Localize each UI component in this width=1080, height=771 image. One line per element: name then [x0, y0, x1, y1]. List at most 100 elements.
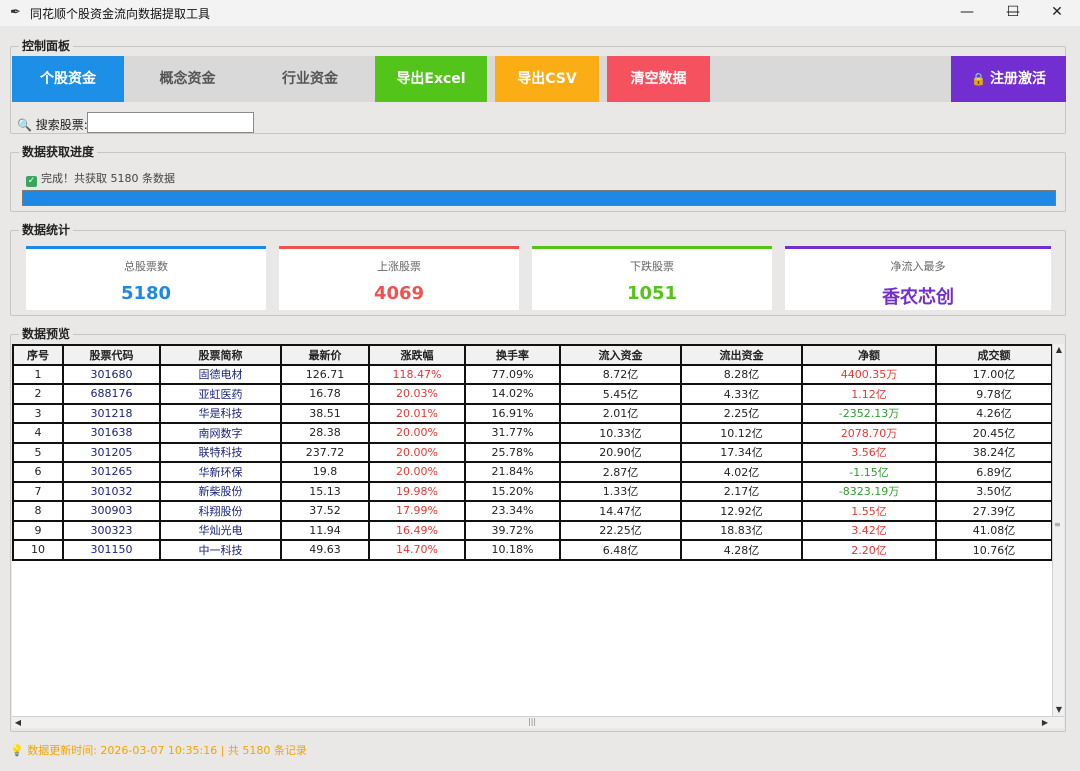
cell-name: 科翔股份: [159, 500, 282, 522]
stat-label: 下跌股票: [630, 260, 674, 273]
cell-net: -2352.13万: [801, 402, 937, 424]
cell-outflow: 2.17亿: [680, 480, 803, 502]
column-header[interactable]: 最新价: [280, 344, 370, 366]
export-csv-button[interactable]: 导出CSV: [495, 56, 599, 102]
cell-net: -1.15亿: [801, 461, 937, 483]
scroll-down-icon[interactable]: ▼: [1053, 704, 1065, 716]
cell-inflow: 10.33亿: [559, 422, 682, 444]
cell-name: 新柴股份: [159, 480, 282, 502]
industry-fund-button[interactable]: 行业资金: [250, 56, 370, 102]
cell-code: 300903: [62, 500, 161, 522]
table-row[interactable]: 6 301265 华新环保 19.8 20.00% 21.84% 2.87亿 4.02亿 -1.…: [12, 461, 1052, 483]
cell-net: 2078.70万: [801, 422, 937, 444]
cell-code: 301680: [62, 363, 161, 385]
stat-card-falling: 下跌股票 1051: [532, 246, 772, 310]
cell-inflow: 20.90亿: [559, 441, 682, 463]
search-input[interactable]: [87, 112, 254, 133]
stat-value: 5180: [120, 283, 172, 304]
horizontal-scrollbar[interactable]: ◀ ||| ▶: [12, 716, 1064, 728]
column-header[interactable]: 股票代码: [62, 344, 161, 366]
scroll-left-icon[interactable]: ◀: [12, 717, 24, 729]
table-row[interactable]: 1 301680 固德电材 126.71 118.47% 77.09% 8.72亿 8.28亿…: [12, 363, 1052, 385]
concept-fund-button[interactable]: 概念资金: [129, 56, 246, 102]
cell-change: 14.70%: [368, 539, 466, 561]
column-header[interactable]: 涨跌幅: [368, 344, 466, 366]
cell-net: 1.12亿: [801, 383, 937, 405]
cell-net: 4400.35万: [801, 363, 937, 385]
cell-amount: 17.00亿: [935, 363, 1052, 385]
cell-code: 300323: [62, 519, 161, 541]
cell-amount: 10.76亿: [935, 539, 1052, 561]
stat-card-top-inflow: 净流入最多 香农芯创: [785, 246, 1051, 310]
column-header[interactable]: 序号: [12, 344, 64, 366]
checkmark-icon: ✓: [26, 176, 37, 187]
feather-icon: ✒: [10, 5, 21, 20]
table-row[interactable]: 8 300903 科翔股份 37.52 17.99% 23.34% 14.47亿 12.92亿…: [12, 500, 1052, 522]
cell-price: 237.72: [280, 441, 370, 463]
column-header[interactable]: 成交额: [935, 344, 1052, 366]
vertical-scrollbar[interactable]: ▲ ≡ ▼: [1052, 344, 1064, 716]
cell-price: 15.13: [280, 480, 370, 502]
status-bar: 💡 数据更新时间: 2026-03-07 10:35:16 | 共 5180 条…: [10, 742, 307, 758]
cell-name: 华新环保: [159, 461, 282, 483]
cell-outflow: 4.02亿: [680, 461, 803, 483]
data-table: 序号 股票代码 股票简称 最新价 涨跌幅 换手率 流入资金 流出资金 净额 成交额 1 301680…: [12, 344, 1052, 561]
lock-icon: 🔒: [971, 72, 986, 86]
table-header-row: 序号 股票代码 股票简称 最新价 涨跌幅 换手率 流入资金 流出资金 净额 成交额: [12, 344, 1052, 366]
table-row[interactable]: 2 688176 亚虹医药 16.78 20.03% 14.02% 5.45亿 4.33亿 1.…: [12, 383, 1052, 405]
stats-panel-title: 数据统计: [19, 223, 74, 237]
cell-turnover: 21.84%: [464, 461, 561, 483]
cell-outflow: 4.28亿: [680, 539, 803, 561]
column-header[interactable]: 股票简称: [159, 344, 282, 366]
table-row[interactable]: 5 301205 联特科技 237.72 20.00% 25.78% 20.90亿 17.34…: [12, 441, 1052, 463]
cell-turnover: 77.09%: [464, 363, 561, 385]
data-table-area: 序号 股票代码 股票简称 最新价 涨跌幅 换手率 流入资金 流出资金 净额 成交额 1 301680…: [12, 344, 1052, 716]
cell-outflow: 17.34亿: [680, 441, 803, 463]
cell-turnover: 10.18%: [464, 539, 561, 561]
status-text: 数据更新时间: 2026-03-07 10:35:16 | 共 5180 条记录: [27, 744, 307, 757]
cell-change: 20.00%: [368, 422, 466, 444]
cell-idx: 5: [12, 441, 64, 463]
stock-fund-button[interactable]: 个股资金: [12, 56, 124, 102]
cell-amount: 41.08亿: [935, 519, 1052, 541]
cell-name: 华灿光电: [159, 519, 282, 541]
search-label: 搜索股票:: [35, 118, 88, 132]
cell-change: 19.98%: [368, 480, 466, 502]
table-row[interactable]: 9 300323 华灿光电 11.94 16.49% 39.72% 22.25亿 18.83亿…: [12, 519, 1052, 541]
cell-idx: 10: [12, 539, 64, 561]
cell-inflow: 1.33亿: [559, 480, 682, 502]
cell-amount: 9.78亿: [935, 383, 1052, 405]
scroll-grip-icon: ≡: [1054, 520, 1061, 529]
table-row[interactable]: 7 301032 新柴股份 15.13 19.98% 15.20% 1.33亿 2.17亿 -8…: [12, 480, 1052, 502]
cell-change: 20.03%: [368, 383, 466, 405]
preview-panel-title: 数据预览: [19, 327, 74, 341]
stat-label: 净流入最多: [890, 260, 946, 273]
cell-change: 20.00%: [368, 461, 466, 483]
minimize-icon[interactable]: —: [944, 0, 990, 26]
cell-net: 1.55亿: [801, 500, 937, 522]
scroll-right-icon[interactable]: ▶: [1039, 717, 1051, 729]
column-header[interactable]: 流入资金: [559, 344, 682, 366]
cell-price: 49.63: [280, 539, 370, 561]
cell-idx: 4: [12, 422, 64, 444]
register-button[interactable]: 🔒 注册激活: [951, 56, 1066, 102]
table-row[interactable]: 4 301638 南网数字 28.38 20.00% 31.77% 10.33亿 10.12亿…: [12, 422, 1052, 444]
table-row[interactable]: 3 301218 华是科技 38.51 20.01% 16.91% 2.01亿 2.25亿 -2…: [12, 402, 1052, 424]
scroll-up-icon[interactable]: ▲: [1053, 344, 1065, 356]
cell-inflow: 14.47亿: [559, 500, 682, 522]
close-icon[interactable]: ✕: [1034, 0, 1080, 26]
maximize-icon[interactable]: ☐: [990, 0, 1036, 26]
cell-turnover: 16.91%: [464, 402, 561, 424]
column-header[interactable]: 净额: [801, 344, 937, 366]
clear-data-button[interactable]: 清空数据: [607, 56, 710, 102]
cell-name: 南网数字: [159, 422, 282, 444]
export-excel-button[interactable]: 导出Excel: [375, 56, 487, 102]
cell-outflow: 12.92亿: [680, 500, 803, 522]
column-header[interactable]: 换手率: [464, 344, 561, 366]
cell-turnover: 23.34%: [464, 500, 561, 522]
window-title: 同花顺个股资金流向数据提取工具: [30, 7, 211, 21]
cell-idx: 2: [12, 383, 64, 405]
cell-code: 301218: [62, 402, 161, 424]
column-header[interactable]: 流出资金: [680, 344, 803, 366]
table-row[interactable]: 10 301150 中一科技 49.63 14.70% 10.18% 6.48亿 4.28亿 2…: [12, 539, 1052, 561]
